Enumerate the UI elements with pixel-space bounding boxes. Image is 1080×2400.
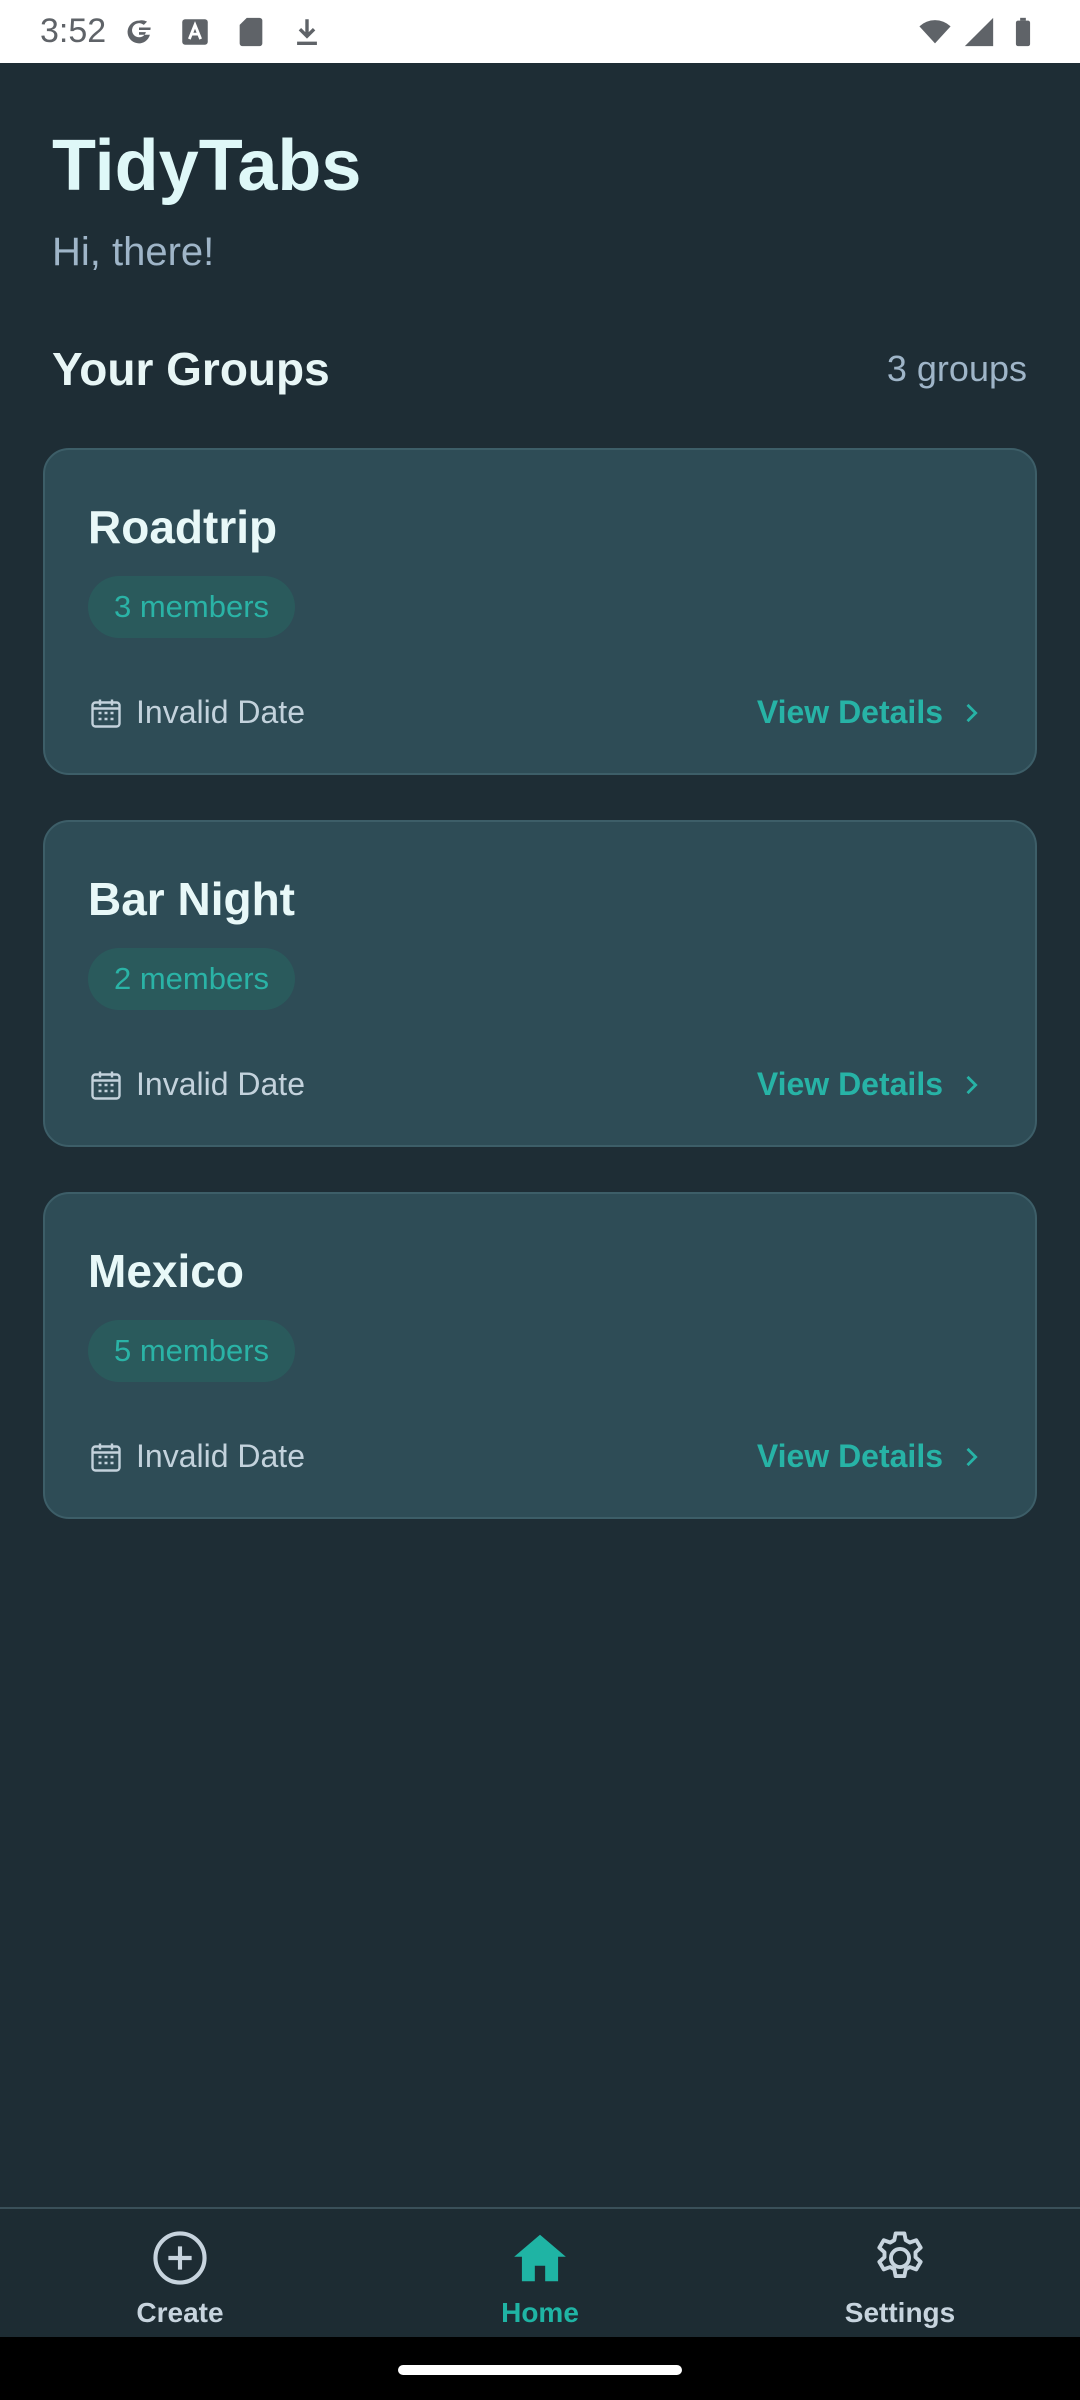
calendar-icon [91, 1071, 121, 1100]
home-gesture-handle[interactable] [398, 2365, 682, 2375]
font-icon [182, 18, 208, 45]
wifi-icon [919, 19, 951, 43]
member-count-badge: 5 members [88, 1320, 296, 1382]
signal-icon [964, 17, 994, 46]
group-name: Roadtrip [88, 501, 278, 553]
group-date: Invalid Date [88, 1066, 305, 1103]
view-details-link[interactable]: View Details [757, 1066, 985, 1103]
view-details-label: View Details [756, 1066, 943, 1102]
status-notification-icons [122, 15, 324, 49]
group-date-text: Invalid Date [136, 1438, 305, 1474]
status-system-icons [918, 15, 1040, 49]
groups-section-title: Your Groups [52, 343, 330, 395]
system-nav-bar [0, 2337, 1080, 2400]
group-date: Invalid Date [88, 694, 305, 731]
group-name: Mexico [88, 1245, 244, 1297]
view-details-label: View Details [756, 1438, 943, 1474]
chevron-right-icon [966, 1075, 978, 1094]
view-details-link[interactable]: View Details [757, 694, 985, 731]
home-icon [514, 2234, 566, 2282]
group-count: 3 groups [886, 348, 1027, 389]
calendar-icon [91, 699, 121, 728]
nav-settings[interactable]: Settings [720, 2209, 1080, 2339]
sd-card-icon [239, 17, 263, 46]
status-time: 3:52 [40, 12, 107, 50]
status-bar: 3:52 [0, 0, 1080, 63]
calendar-icon [91, 1443, 121, 1472]
chevron-right-icon [966, 1447, 978, 1466]
nav-create-label: Create [136, 2297, 224, 2328]
chevron-right-icon [966, 703, 978, 722]
google-icon [127, 19, 151, 43]
download-icon [297, 18, 318, 45]
view-details-link[interactable]: View Details [757, 1438, 985, 1475]
view-details-label: View Details [756, 694, 943, 730]
app-title: TidyTabs [52, 126, 362, 206]
nav-home-label: Home [501, 2297, 579, 2328]
greeting-text: Hi, there! [52, 230, 215, 274]
battery-icon [1015, 17, 1031, 46]
nav-home[interactable]: Home [360, 2209, 720, 2339]
member-count-badge: 3 members [88, 576, 296, 638]
nav-create[interactable]: Create [0, 2209, 360, 2339]
bottom-nav: Create Home Settings [0, 2207, 1080, 2339]
group-name: Bar Night [88, 873, 295, 925]
nav-settings-label: Settings [844, 2297, 956, 2328]
group-date: Invalid Date [88, 1438, 305, 1475]
group-card-bar-night[interactable]: Bar Night 2 members Invalid Date View De… [43, 820, 1037, 1147]
member-count-badge: 2 members [88, 948, 296, 1010]
group-list: Roadtrip 3 members Invalid Date View Det… [43, 448, 1037, 1564]
group-card-roadtrip[interactable]: Roadtrip 3 members Invalid Date View Det… [43, 448, 1037, 775]
gear-icon [877, 2231, 923, 2279]
group-date-text: Invalid Date [136, 1066, 305, 1102]
group-date-text: Invalid Date [136, 694, 305, 730]
plus-circle-icon [153, 2231, 207, 2285]
group-card-mexico[interactable]: Mexico 5 members Invalid Date View Detai… [43, 1192, 1037, 1519]
